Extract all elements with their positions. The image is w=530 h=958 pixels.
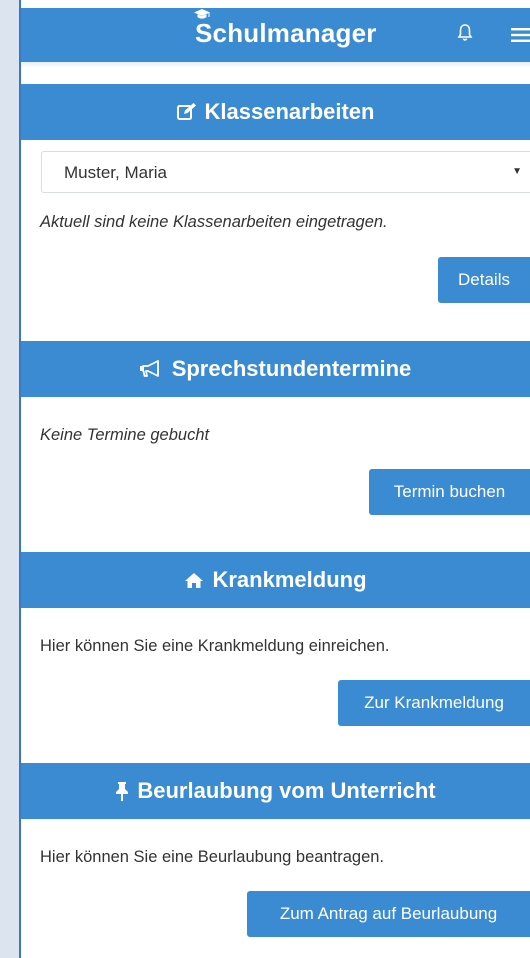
top-navbar: Schulmanager xyxy=(21,8,530,62)
app-container: Schulmanager Klassenarbeiten Muster, Mar… xyxy=(21,0,530,958)
appointments-section-header: Sprechstundentermine xyxy=(21,341,530,397)
exams-section-title: Klassenarbeiten xyxy=(204,99,375,124)
exams-section-header: Klassenarbeiten xyxy=(21,84,530,140)
leave-message: Hier können Sie eine Beurlaubung beantra… xyxy=(40,848,385,866)
bell-icon[interactable] xyxy=(457,23,473,43)
hamburger-menu-icon[interactable] xyxy=(511,28,530,42)
appointments-empty-message: Keine Termine gebucht xyxy=(40,426,210,444)
edit-icon xyxy=(176,103,196,120)
appointments-section-title: Sprechstundentermine xyxy=(171,356,412,381)
sick-note-section-header: Krankmeldung xyxy=(21,552,530,608)
leave-request-button[interactable]: Zum Antrag auf Beurlaubung xyxy=(247,891,530,937)
exams-empty-message: Aktuell sind keine Klassenarbeiten einge… xyxy=(40,213,388,231)
page-margin xyxy=(0,0,20,958)
sick-note-section-title: Krankmeldung xyxy=(212,567,367,592)
student-select-value: Muster, Maria xyxy=(64,163,167,182)
details-button[interactable]: Details xyxy=(438,257,530,303)
home-icon xyxy=(185,572,204,588)
sick-note-message: Hier können Sie eine Krankmeldung einrei… xyxy=(40,637,390,655)
leave-section-header: Beurlaubung vom Unterricht xyxy=(21,763,530,819)
navbar-shadow xyxy=(21,62,530,68)
book-appointment-button[interactable]: Termin buchen xyxy=(369,469,530,515)
brand-logo[interactable]: Schulmanager xyxy=(194,9,377,49)
graduation-cap-icon xyxy=(194,9,210,19)
megaphone-icon xyxy=(139,360,159,377)
pushpin-icon xyxy=(116,782,129,801)
leave-section-title: Beurlaubung vom Unterricht xyxy=(137,778,436,803)
brand-name: Schulmanager xyxy=(195,18,377,48)
sick-note-button[interactable]: Zur Krankmeldung xyxy=(338,680,530,726)
caret-down-icon: ▼ xyxy=(512,166,522,177)
student-select[interactable]: Muster, Maria ▼ xyxy=(41,151,530,193)
